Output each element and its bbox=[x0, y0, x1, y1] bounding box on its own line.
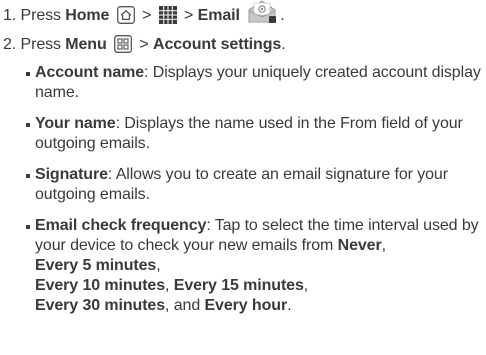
period: . bbox=[281, 36, 286, 53]
list-item: Email check frequency: Tap to select the… bbox=[26, 216, 482, 316]
home-key-icon bbox=[116, 6, 135, 30]
instructions-page: 1. Press Home > > Email . 2. Press Menu … bbox=[0, 0, 486, 355]
bullet-square bbox=[26, 72, 30, 76]
item-term: Your name bbox=[35, 115, 116, 132]
bullet-square bbox=[26, 174, 30, 178]
option-never: Never bbox=[337, 237, 382, 254]
list-item: Your name: Displays the name used in the… bbox=[26, 114, 482, 154]
list-item: Account name: Displays your uniquely cre… bbox=[26, 63, 482, 103]
home-key-label: Home bbox=[65, 7, 110, 24]
and-text: , and bbox=[165, 297, 201, 314]
period: . bbox=[280, 7, 285, 24]
menu-key-label: Menu bbox=[65, 36, 107, 53]
comma: , bbox=[381, 237, 386, 254]
option-every-30-minutes: Every 30 minutes bbox=[35, 297, 166, 314]
comma: , bbox=[165, 277, 170, 294]
separator: > bbox=[142, 7, 152, 24]
separator: > bbox=[139, 36, 149, 53]
email-app-icon bbox=[247, 0, 277, 30]
press-text: Press bbox=[20, 7, 62, 24]
applications-grid-icon bbox=[158, 6, 177, 30]
bullet-square bbox=[26, 225, 30, 229]
step-number: 2. bbox=[3, 36, 17, 53]
option-every-10-minutes: Every 10 minutes bbox=[35, 277, 166, 294]
step-1: 1. Press Home > > Email . bbox=[3, 0, 285, 30]
settings-list: Account name: Displays your uniquely cre… bbox=[26, 63, 482, 316]
option-every-15-minutes: Every 15 minutes bbox=[173, 277, 304, 294]
option-every-hour: Every hour bbox=[204, 297, 288, 314]
bullet-square bbox=[26, 123, 30, 127]
comma: , bbox=[303, 277, 309, 294]
step-2: 2. Press Menu > Account settings. bbox=[3, 35, 286, 59]
menu-key-icon bbox=[114, 35, 132, 59]
account-settings-label: Account settings bbox=[152, 36, 282, 53]
press-text: Press bbox=[20, 36, 62, 53]
comma: , bbox=[156, 257, 161, 274]
email-label: Email bbox=[197, 7, 240, 24]
item-term: Email check frequency bbox=[35, 217, 207, 234]
option-every-5-minutes: Every 5 minutes bbox=[35, 257, 157, 274]
item-term: Signature bbox=[35, 166, 108, 183]
separator: > bbox=[184, 7, 194, 24]
item-term: Account name bbox=[35, 64, 145, 81]
list-item: Signature: Allows you to create an email… bbox=[26, 165, 482, 205]
period: . bbox=[287, 297, 292, 314]
step-number: 1. bbox=[3, 7, 17, 24]
